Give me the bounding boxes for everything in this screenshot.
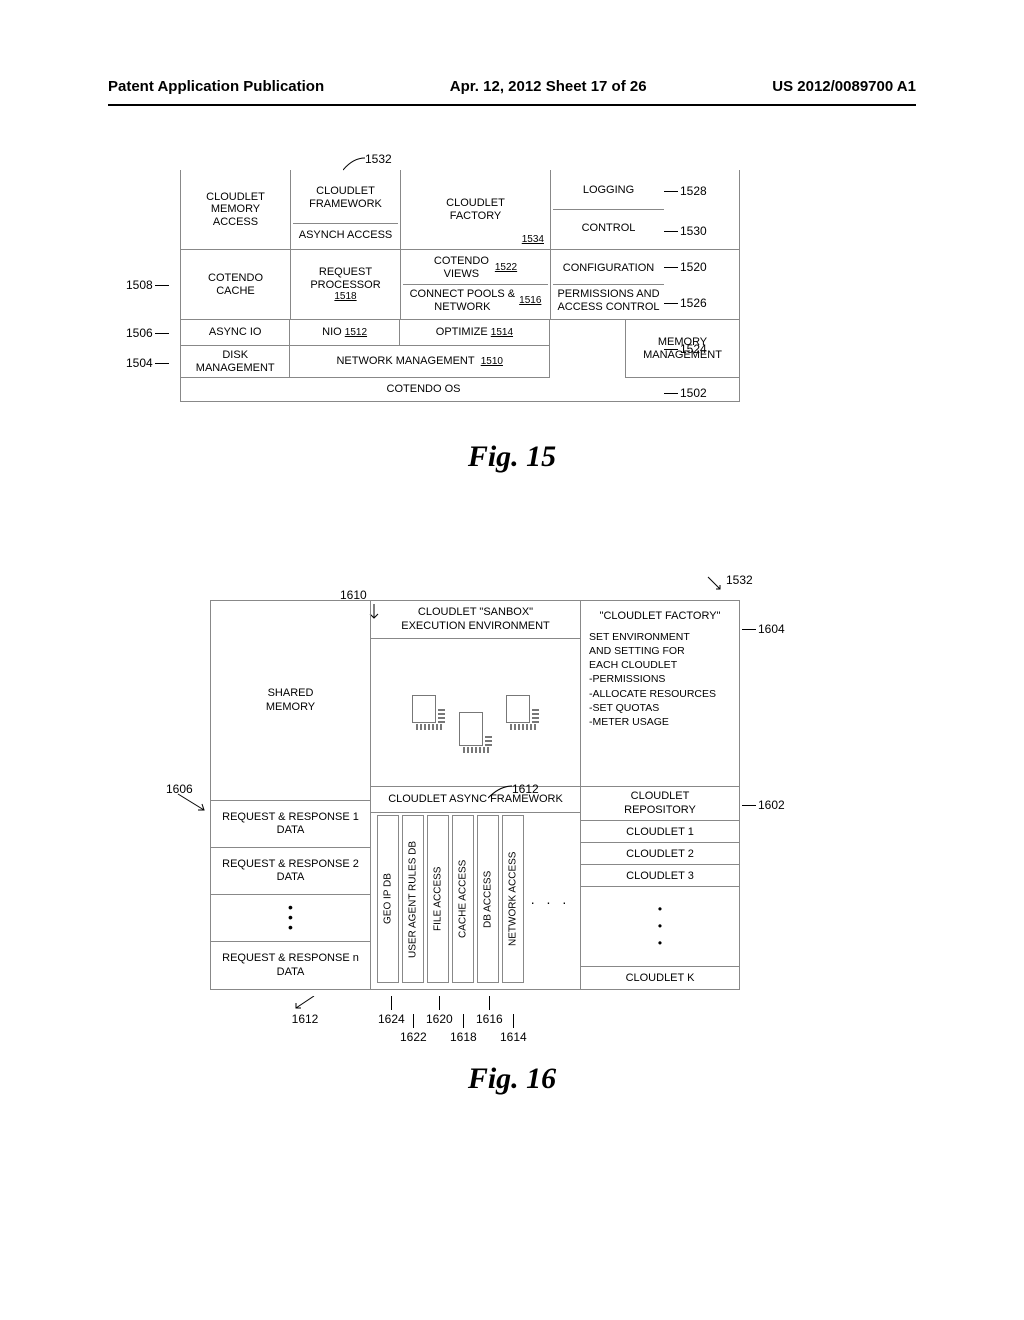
page-header: Patent Application Publication Apr. 12, … xyxy=(108,78,916,95)
header-left: Patent Application Publication xyxy=(108,78,324,95)
svc-dots: . . . xyxy=(527,815,574,983)
fig15-row4: DISK MANAGEMENT NETWORK MANAGEMENT 1510 xyxy=(180,346,550,378)
ref-1520: 1520 xyxy=(680,260,707,274)
header-center: Apr. 12, 2012 Sheet 17 of 26 xyxy=(450,78,647,95)
ref-1620: 1620 xyxy=(426,1012,453,1026)
ref-1506: 1506 xyxy=(126,326,153,340)
cell-req-resp-dots: ••• xyxy=(211,895,370,942)
cell-nio: NIO 1512 xyxy=(290,320,399,345)
ref-1532-top: 1532 xyxy=(365,152,392,166)
cell-cotendo-cache: COTENDO CACHE xyxy=(181,250,291,319)
chip-icon xyxy=(412,695,445,730)
ref-1616: 1616 xyxy=(476,1012,503,1026)
svc-db-access: DB ACCESS xyxy=(477,815,499,983)
ref-1528: 1528 xyxy=(680,184,707,198)
svc-geo-ip-db: GEO IP DB xyxy=(377,815,399,983)
fig16-bottom-refs: 1612 1624 1622 1620 1618 1616 1614 xyxy=(300,996,640,1056)
ref-1612a: 1612 xyxy=(512,782,539,796)
ref-1530: 1530 xyxy=(680,224,707,238)
cell-cloudlet-memory-access: CLOUDLET MEMORY ACCESS xyxy=(181,170,291,249)
repo-item-1: CLOUDLET 1 xyxy=(581,821,739,843)
svc-cache-access: CACHE ACCESS xyxy=(452,815,474,983)
figure-16-diagram: SHARED MEMORY REQUEST & RESPONSE 1 DATA … xyxy=(210,600,740,990)
header-right: US 2012/0089700 A1 xyxy=(772,78,916,95)
ref-1526: 1526 xyxy=(680,296,707,310)
svc-user-agent-rules-db: USER AGENT RULES DB xyxy=(402,815,424,983)
chip-icon xyxy=(459,712,492,753)
cell-req-resp-1: REQUEST & RESPONSE 1 DATA xyxy=(211,801,370,848)
figure-15-diagram: 1532 CLOUDLET MEMORY ACCESS CLOUDLET FRA… xyxy=(180,170,740,402)
svc-network-access: NETWORK ACCESS xyxy=(502,815,524,983)
cell-req-resp-n: REQUEST & RESPONSE n DATA xyxy=(211,942,370,989)
repo-item-2: CLOUDLET 2 xyxy=(581,843,739,865)
fig15-row2: COTENDO CACHE REQUEST PROCESSOR 1518 COT… xyxy=(180,250,740,320)
ref-1614: 1614 xyxy=(500,1030,527,1044)
cell-cloudlet-factory: CLOUDLET FACTORY 1534 xyxy=(401,170,551,249)
ref-1604: 1604 xyxy=(758,622,785,636)
ref-1618: 1618 xyxy=(450,1030,477,1044)
fig16-colA: SHARED MEMORY REQUEST & RESPONSE 1 DATA … xyxy=(211,601,371,989)
header-rule xyxy=(108,104,916,106)
figure-15-caption: Fig. 15 xyxy=(0,440,1024,474)
ref-1602: 1602 xyxy=(758,798,785,812)
fig16-services: GEO IP DB USER AGENT RULES DB FILE ACCES… xyxy=(377,815,574,983)
cell-sandbox-body xyxy=(371,639,580,787)
fig15-row3: ASYNC IO NIO 1512 OPTIMIZE 1514 xyxy=(180,320,550,346)
cell-req-resp-2: REQUEST & RESPONSE 2 DATA xyxy=(211,848,370,895)
repo-dots: ••• xyxy=(581,887,739,967)
cell-network-mgmt: NETWORK MANAGEMENT 1510 xyxy=(290,346,549,377)
cell-logging-control: LOGGING CONTROL xyxy=(551,170,666,249)
ref-1622: 1622 xyxy=(400,1030,427,1044)
ref-1508: 1508 xyxy=(126,278,153,292)
cell-disk-mgmt: DISK MANAGEMENT xyxy=(181,346,290,377)
ref-1606: 1606 xyxy=(166,782,193,796)
cell-async-framework: CLOUDLET ASYNC FRAMEWORK xyxy=(371,787,580,813)
cell-cloudlet-factory: "CLOUDLET FACTORY" SET ENVIRONMENT AND S… xyxy=(581,601,739,787)
figure-16-caption: Fig. 16 xyxy=(0,1062,1024,1096)
cell-optimize: OPTIMIZE 1514 xyxy=(400,320,549,345)
repo-item-3: CLOUDLET 3 xyxy=(581,865,739,887)
cell-async-io: ASYNC IO xyxy=(181,320,290,345)
ref-1612b: 1612 xyxy=(292,1012,319,1026)
cell-config-perms: CONFIGURATION PERMISSIONS AND ACCESS CON… xyxy=(551,250,666,319)
fig16-colB: CLOUDLET "SANBOX" EXECUTION ENVIRONMENT xyxy=(371,601,581,989)
cell-views-pools: COTENDO VIEWS 1522 CONNECT POOLS & NETWO… xyxy=(401,250,551,319)
cell-cloudlet-framework: CLOUDLET FRAMEWORK ASYNCH ACCESS xyxy=(291,170,401,249)
fig15-row5: COTENDO OS xyxy=(180,378,740,402)
cell-sandbox-title: CLOUDLET "SANBOX" EXECUTION ENVIRONMENT xyxy=(371,601,580,639)
repo-item-k: CLOUDLET K xyxy=(581,967,739,989)
svc-file-access: FILE ACCESS xyxy=(427,815,449,983)
ref-1524: 1524 xyxy=(680,342,707,356)
cell-cloudlet-repository: CLOUDLET REPOSITORY xyxy=(581,787,739,821)
ref-1532-fig16: 1532 xyxy=(706,575,742,593)
ref-1504: 1504 xyxy=(126,356,153,370)
cell-shared-memory: SHARED MEMORY xyxy=(211,601,370,801)
chip-icon xyxy=(506,695,539,730)
fig15-row1: CLOUDLET MEMORY ACCESS CLOUDLET FRAMEWOR… xyxy=(180,170,740,250)
ref-1502: 1502 xyxy=(680,386,707,400)
cell-request-processor: REQUEST PROCESSOR 1518 xyxy=(291,250,401,319)
cell-cotendo-os: COTENDO OS xyxy=(181,378,666,401)
fig16-colC: "CLOUDLET FACTORY" SET ENVIRONMENT AND S… xyxy=(581,601,739,989)
